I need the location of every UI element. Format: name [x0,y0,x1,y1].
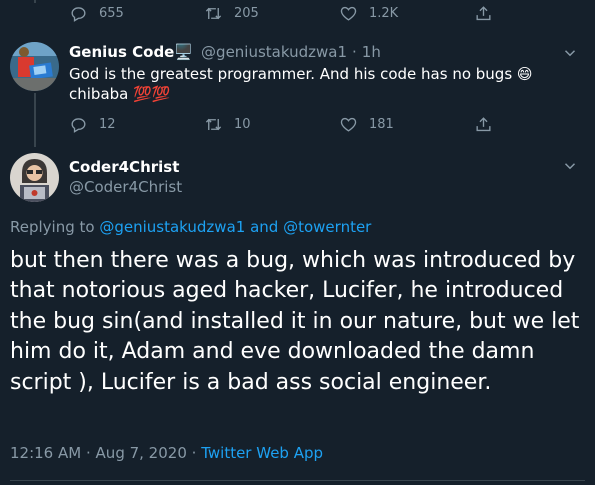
handle[interactable]: @geniustakudzwa1 [201,43,347,61]
display-name[interactable]: Coder4Christ [69,158,179,176]
main-tweet-text: but then there was a bug, which was intr… [10,248,580,395]
meta-dot-2: · [191,444,197,462]
handle[interactable]: @Coder4Christ [69,178,182,196]
heart-icon [340,117,357,132]
computer-emoji: 🖥️ [174,43,194,61]
retweet-count: 10 [234,117,251,132]
chevron-down-icon[interactable] [561,157,579,175]
mention-towernter[interactable]: @towernter [283,218,371,236]
reply-button[interactable]: 655 [69,4,204,23]
retweet-button[interactable]: 205 [204,4,339,23]
meta-dot-1: · [85,444,91,462]
reply-tweet-text: God is the greatest programmer. And his … [69,65,533,103]
like-count: 1.2K [369,6,399,21]
tweet-source[interactable]: Twitter Web App [201,444,323,462]
mention-and[interactable]: and [250,218,278,236]
mention-geniustakudzwa1[interactable]: @geniustakudzwa1 [99,218,245,236]
thread-line-top [34,0,36,3]
reply-icon [71,118,86,133]
retweet-button[interactable]: 10 [204,115,339,134]
retweet-count: 205 [234,6,259,21]
retweet-icon [205,7,222,20]
main-tweet-handle-row: @Coder4Christ [69,178,182,196]
avatar-coder4christ[interactable] [10,153,59,202]
tweet-metadata: 12:16 AM · Aug 7, 2020 · Twitter Web App [10,444,323,462]
avatar-image [10,42,59,91]
tweet-time[interactable]: 1h [362,43,381,61]
reply-tweet-actions: 12 10 181 [69,115,493,134]
thread-line-mid [34,93,36,147]
retweet-icon [205,118,222,131]
reply-tweet-header: Genius Code 🖥️ @geniustakudzwa1 · 1h [69,43,381,61]
share-icon [476,117,491,132]
reply-count: 12 [99,117,116,132]
previous-tweet-actions: 655 205 1.2K [69,4,493,23]
avatar-genius-code[interactable] [10,42,59,91]
replying-to: Replying to @geniustakudzwa1 and @towern… [10,218,371,236]
main-tweet-name: Coder4Christ [69,158,179,176]
reply-count: 655 [99,6,124,21]
like-button[interactable]: 181 [339,115,474,134]
tweet-time[interactable]: 12:16 AM [10,444,81,462]
like-count: 181 [369,117,394,132]
separator-dot: · [352,43,357,61]
heart-icon [340,6,357,21]
share-button[interactable] [474,115,493,134]
reply-button[interactable]: 12 [69,115,204,134]
replying-prefix: Replying to [10,218,95,236]
tweet-date[interactable]: Aug 7, 2020 [96,444,187,462]
chevron-down-icon[interactable] [561,44,579,62]
share-icon [476,6,491,21]
reply-icon [71,7,86,22]
like-button[interactable]: 1.2K [339,4,474,23]
share-button[interactable] [474,4,493,23]
divider [10,480,585,481]
display-name[interactable]: Genius Code [69,43,174,61]
avatar-image [10,153,59,202]
